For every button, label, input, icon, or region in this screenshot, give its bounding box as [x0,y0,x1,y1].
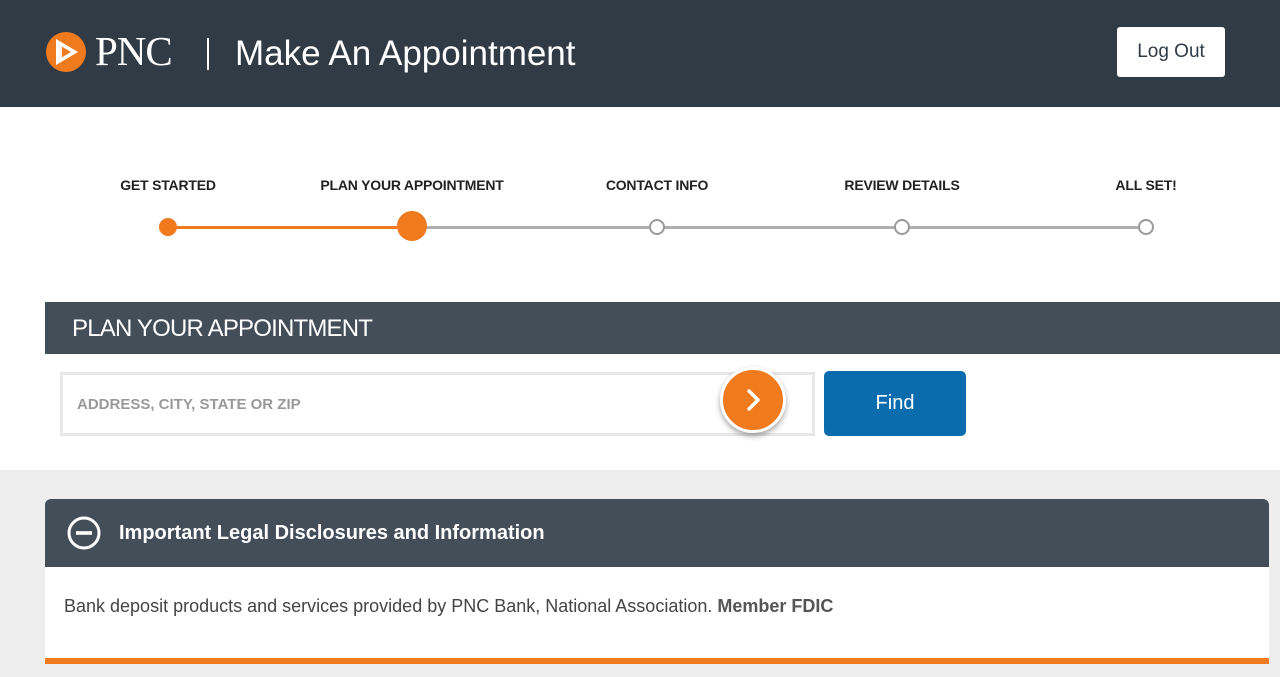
location-search-input[interactable] [63,375,703,433]
chevron-right-icon [747,389,760,411]
disclosure-text: Bank deposit products and services provi… [64,595,833,617]
progress-stepper: GET STARTED PLAN YOUR APPOINTMENT CONTAC… [0,160,1280,250]
logout-button[interactable]: Log Out [1117,27,1225,77]
disclosures-toggle[interactable]: Important Legal Disclosures and Informat… [45,499,1269,567]
app-header: PNC Make An Appointment Log Out [0,0,1280,107]
step-label-contact-info: CONTACT INFO [605,177,709,193]
step-dot-upcoming [894,219,910,235]
step-dot-current [397,211,427,241]
plan-section-header: PLAN YOUR APPOINTMENT [45,302,1280,354]
step-dot-completed [159,218,177,236]
section-title: PLAN YOUR APPOINTMENT [72,315,373,342]
member-fdic-label: Member FDIC [717,596,834,616]
progress-line-completed [168,226,412,229]
step-label-review-details: REVIEW DETAILS [844,177,960,193]
step-label-plan-appointment: PLAN YOUR APPOINTMENT [320,177,504,193]
step-dot-upcoming [1138,219,1154,235]
disclosures-title: Important Legal Disclosures and Informat… [119,522,545,544]
header-divider [207,38,209,70]
step-label-all-set: ALL SET! [1115,177,1177,193]
step-label-get-started: GET STARTED [120,177,216,193]
step-dot-upcoming [649,219,665,235]
page-title: Make An Appointment [235,34,576,73]
minus-circle-icon [67,516,101,550]
pnc-logo-icon [46,32,86,72]
orange-divider [45,658,1269,664]
disclosures-body: Bank deposit products and services provi… [45,567,1269,660]
brand-name: PNC [95,28,173,74]
location-search [60,367,815,436]
disclosure-statement: Bank deposit products and services provi… [64,596,713,616]
find-button[interactable]: Find [824,371,966,436]
progress-line-remaining [412,226,1147,229]
search-go-button[interactable] [720,367,786,433]
